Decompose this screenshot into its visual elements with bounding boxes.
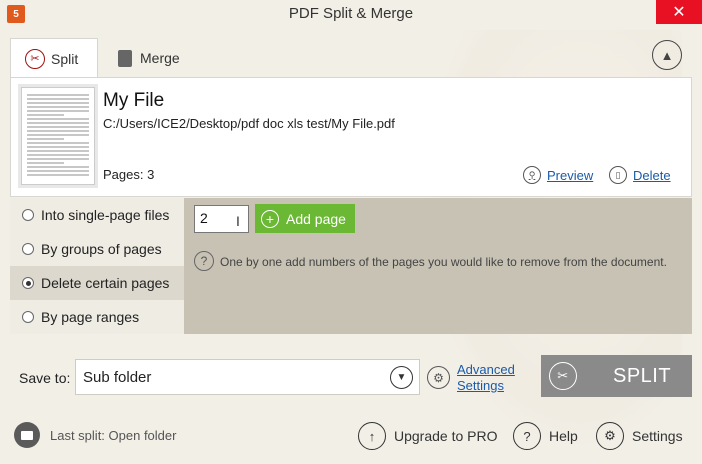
add-page-label: Add page — [286, 210, 346, 227]
mode-groups[interactable]: By groups of pages — [10, 232, 184, 266]
radio-icon — [22, 311, 34, 323]
file-thumbnail — [21, 87, 95, 185]
split-mode-list: Into single-page files By groups of page… — [10, 198, 184, 334]
file-path: C:/Users/ICE2/Desktop/pdf doc xls test/M… — [103, 116, 395, 131]
thumbnail-text-line — [27, 142, 89, 144]
chevron-down-icon: ▼ — [390, 366, 413, 389]
thumbnail-text-line — [27, 150, 89, 152]
mode-label: By groups of pages — [41, 241, 162, 257]
thumbnail-text-line — [27, 118, 89, 120]
help-icon: ? — [513, 422, 541, 450]
window-title: PDF Split & Merge — [288, 5, 414, 22]
title-bar: 5 PDF Split & Merge ✕ — [0, 0, 702, 28]
split-options-panel: Into single-page files By groups of page… — [10, 198, 692, 334]
thumbnail-text-line — [27, 102, 89, 104]
save-location-value: Sub folder — [83, 369, 152, 386]
thumbnail-text-line — [27, 126, 89, 128]
page-number-input[interactable]: 2 — [194, 205, 249, 233]
mode-label: Into single-page files — [41, 207, 170, 223]
thumbnail-text-line — [27, 110, 89, 112]
thumbnail-text-line — [27, 114, 65, 116]
thumbnail-text-line — [27, 174, 89, 176]
thumbnail-text-line — [27, 122, 89, 124]
save-location-select[interactable]: Sub folder ▼ — [75, 359, 420, 395]
radio-icon — [22, 243, 34, 255]
advanced-label: Advanced — [457, 362, 515, 377]
plus-icon: + — [261, 209, 279, 228]
help-label: Help — [549, 428, 578, 444]
magnifier-icon: ⚲ — [523, 166, 541, 184]
preview-link[interactable]: ⚲ Preview — [523, 166, 593, 184]
arrow-up-icon: ↑ — [358, 422, 386, 450]
advanced-settings-link[interactable]: Advanced Settings — [457, 362, 515, 394]
gear-icon: ⚙ — [596, 422, 624, 450]
mode-delete-pages[interactable]: Delete certain pages — [10, 266, 184, 300]
thumbnail-text-line — [27, 138, 65, 140]
preview-label: Preview — [547, 167, 594, 183]
thumbnail-text-line — [27, 130, 89, 132]
folder-icon — [14, 422, 40, 448]
mode-label: By page ranges — [41, 309, 140, 325]
last-split-label: Last split: Open folder — [50, 427, 177, 443]
page-count: Pages: 3 — [103, 167, 155, 182]
rocket-icon: ▲ — [660, 47, 674, 63]
update-button[interactable]: ▲ — [652, 40, 682, 70]
mode-single-page[interactable]: Into single-page files — [10, 198, 184, 232]
thumbnail-text-line — [27, 170, 89, 172]
thumbnail-text-line — [27, 166, 89, 168]
file-name: My File — [103, 90, 165, 111]
scissors-icon: ✂ — [549, 362, 577, 390]
delete-label: Delete — [633, 167, 671, 183]
tab-split-label: Split — [51, 50, 79, 67]
mode-page-ranges[interactable]: By page ranges — [10, 300, 184, 334]
thumbnail-text-line — [27, 98, 89, 100]
file-panel: My File C:/Users/ICE2/Desktop/pdf doc xl… — [10, 77, 692, 197]
split-button[interactable]: ✂ SPLIT — [541, 355, 692, 397]
upgrade-label: Upgrade to PRO — [394, 428, 498, 444]
thumbnail-text-line — [27, 162, 65, 164]
close-window-button[interactable]: ✕ — [656, 0, 702, 24]
text-cursor-icon: I — [236, 213, 240, 229]
tab-merge-label: Merge — [140, 50, 180, 66]
radio-selected-icon — [22, 277, 34, 289]
thumbnail-text-line — [27, 154, 89, 156]
scissors-icon: ✂ — [25, 48, 45, 69]
mode-label: Delete certain pages — [41, 275, 170, 291]
tab-merge[interactable]: Merge — [104, 38, 204, 78]
save-to-label: Save to: — [19, 370, 71, 386]
thumbnail-text-line — [27, 134, 89, 136]
thumbnail-text-line — [27, 146, 89, 148]
delete-pages-hint: One by one add numbers of the pages you … — [220, 255, 667, 269]
split-button-label: SPLIT — [613, 364, 672, 387]
trash-icon: ▯ — [609, 166, 627, 184]
gear-icon[interactable]: ⚙ — [427, 366, 450, 389]
radio-icon — [22, 209, 34, 221]
thumbnail-text-line — [27, 158, 89, 160]
add-page-button[interactable]: + Add page — [255, 204, 355, 233]
question-icon: ? — [194, 251, 214, 271]
upgrade-button[interactable]: ↑ Upgrade to PRO — [358, 422, 498, 450]
delete-link[interactable]: ▯ Delete — [609, 166, 671, 184]
thumbnail-text-line — [27, 106, 89, 108]
settings-label: Settings — [457, 378, 504, 393]
settings-label: Settings — [632, 428, 683, 444]
last-split-link[interactable]: Last split: Open folder — [14, 422, 176, 448]
tab-split[interactable]: ✂ Split — [10, 38, 98, 78]
help-button[interactable]: ? Help — [513, 422, 578, 450]
thumbnail-text-line — [27, 94, 89, 96]
document-icon — [118, 49, 132, 67]
settings-button[interactable]: ⚙ Settings — [596, 422, 683, 450]
